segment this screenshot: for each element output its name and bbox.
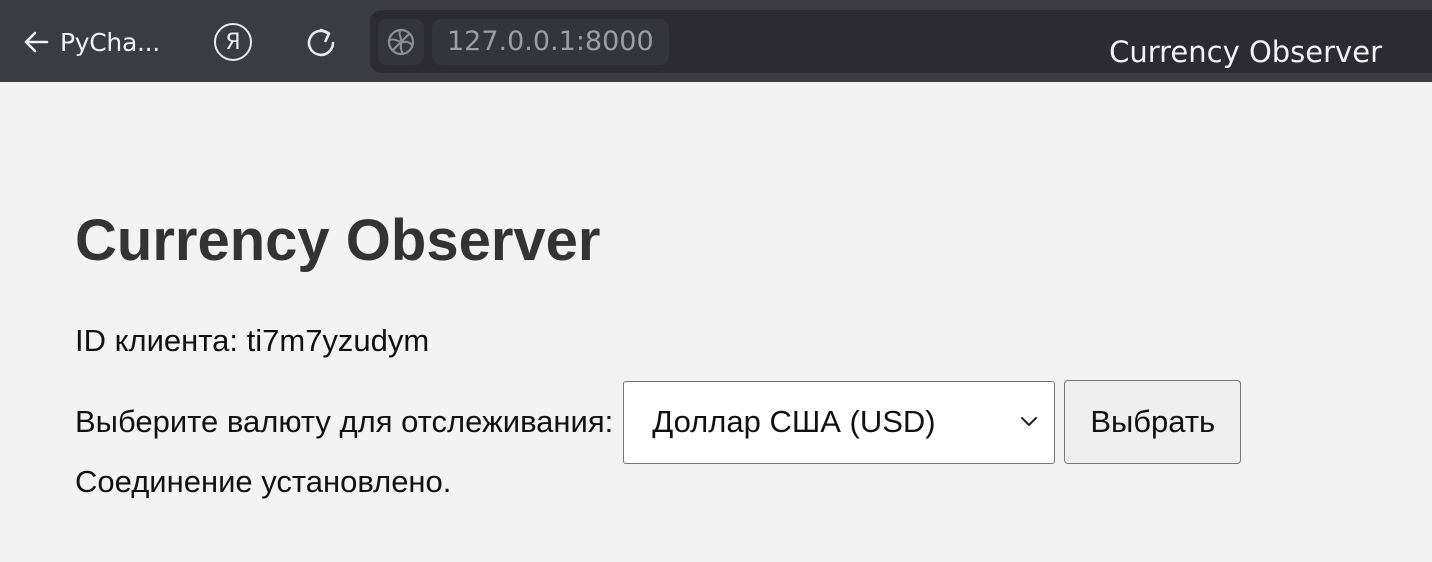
connection-status: Соединение установлено. <box>75 464 452 499</box>
back-button[interactable]: PyCha... <box>22 24 160 60</box>
chevron-down-icon <box>1021 417 1038 426</box>
url-text[interactable]: 127.0.0.1:8000 <box>432 19 669 65</box>
arrow-left-icon <box>24 31 49 53</box>
browser-toolbar: PyCha... Я 127.0.0.1:8000 Currency Obser… <box>0 0 1432 82</box>
globe-icon <box>387 28 415 56</box>
select-currency-button[interactable]: Выбрать <box>1064 380 1242 464</box>
address-bar[interactable]: 127.0.0.1:8000 Currency Observer <box>370 10 1432 73</box>
currency-select-label: Выберите валюту для отслеживания: <box>75 404 614 439</box>
client-id-value: ti7m7yzudym <box>246 323 430 358</box>
currency-select[interactable]: Доллар США (USD) <box>623 380 1056 464</box>
currency-select-row: Выберите валюту для отслеживания: Доллар… <box>75 380 1242 464</box>
tab-title: Currency Observer <box>1109 35 1382 69</box>
reload-icon <box>307 28 335 57</box>
currency-select-value: Доллар США (USD) <box>652 404 936 439</box>
client-id-line: ID клиента: ti7m7yzudym <box>75 322 429 360</box>
site-info-button[interactable] <box>378 19 424 65</box>
yandex-icon[interactable]: Я <box>214 23 252 61</box>
reload-button[interactable] <box>301 22 341 62</box>
page-title: Currency Observer <box>75 208 601 273</box>
back-button-label: PyCha... <box>60 27 160 57</box>
client-id-label: ID клиента: <box>75 323 238 358</box>
